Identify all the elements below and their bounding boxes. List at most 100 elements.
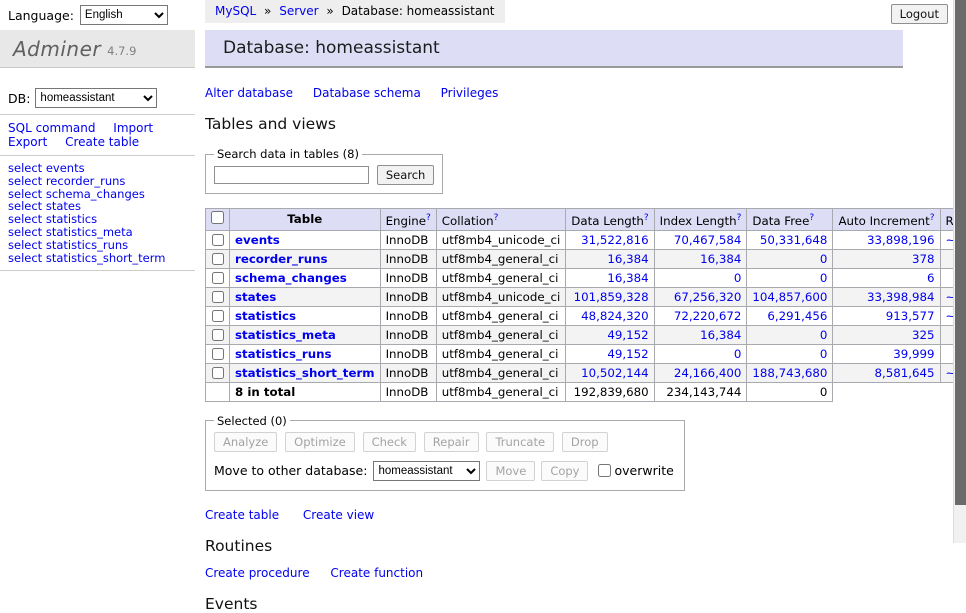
auto-increment-link[interactable]: 8,581,645 — [874, 366, 934, 380]
auto-increment-link[interactable]: 39,999 — [893, 347, 934, 361]
db-select[interactable]: homeassistant — [35, 88, 157, 108]
data-free-link[interactable]: 6,291,456 — [767, 309, 827, 323]
table-create-links: Create table Create view — [205, 508, 950, 522]
auto-increment-link[interactable]: 378 — [912, 252, 935, 266]
row-select-checkbox[interactable] — [212, 310, 224, 322]
table-name-link[interactable]: events — [235, 233, 280, 247]
data-free-link[interactable]: 0 — [820, 271, 828, 285]
breadcrumb-mysql-link[interactable]: MySQL — [215, 4, 256, 18]
index-length-link[interactable]: 70,467,584 — [674, 233, 742, 247]
privileges-link[interactable]: Privileges — [441, 86, 499, 100]
table-link[interactable]: statistics_short_term — [46, 251, 166, 265]
check-button[interactable]: Check — [363, 432, 416, 452]
language-select[interactable]: English — [80, 5, 168, 25]
table-row: statistics InnoDB utf8mb4_general_ci 48,… — [206, 306, 966, 325]
data-free-link[interactable]: 104,857,600 — [752, 290, 827, 304]
divider — [0, 114, 195, 115]
truncate-button[interactable]: Truncate — [486, 432, 554, 452]
column-help-link[interactable]: ? — [930, 213, 935, 223]
data-free-link[interactable]: 50,331,648 — [760, 233, 828, 247]
export-link[interactable]: Export — [8, 135, 47, 149]
index-length-link[interactable]: 72,220,672 — [674, 309, 742, 323]
index-length-link[interactable]: 67,256,320 — [674, 290, 742, 304]
table-name-link[interactable]: statistics_short_term — [235, 366, 375, 380]
select-all-checkbox[interactable] — [211, 211, 224, 224]
sql-command-link[interactable]: SQL command — [8, 121, 95, 135]
create-table-link[interactable]: Create table — [205, 508, 279, 522]
copy-button[interactable]: Copy — [541, 461, 588, 481]
table-name-link[interactable]: statistics — [235, 309, 296, 323]
table-name-link[interactable]: statistics_runs — [235, 347, 332, 361]
data-free-link[interactable]: 0 — [820, 328, 828, 342]
col-index-length: Index Length? — [654, 209, 747, 231]
data-length-link[interactable]: 101,859,328 — [574, 290, 649, 304]
alter-database-link[interactable]: Alter database — [205, 86, 293, 100]
row-select-checkbox[interactable] — [212, 367, 224, 379]
auto-increment-link[interactable]: 6 — [927, 271, 935, 285]
auto-increment-link[interactable]: 913,577 — [886, 309, 935, 323]
table-name-link[interactable]: states — [235, 290, 276, 304]
data-free-link[interactable]: 188,743,680 — [752, 366, 827, 380]
row-select-checkbox[interactable] — [212, 253, 224, 265]
create-view-link[interactable]: Create view — [303, 508, 374, 522]
move-button[interactable]: Move — [486, 461, 535, 481]
overwrite-checkbox[interactable] — [598, 464, 611, 477]
index-length-link[interactable]: 24,166,400 — [674, 366, 742, 380]
data-length-link[interactable]: 10,502,144 — [581, 366, 649, 380]
index-length-link[interactable]: 0 — [734, 271, 742, 285]
row-select-checkbox[interactable] — [212, 329, 224, 341]
move-row: Move to other database: homeassistant Mo… — [214, 461, 674, 481]
breadcrumb-server-link[interactable]: Server — [279, 4, 318, 18]
search-input[interactable] — [214, 166, 369, 184]
create-function-link[interactable]: Create function — [330, 566, 423, 580]
database-schema-link[interactable]: Database schema — [313, 86, 421, 100]
scrollbar[interactable] — [953, 0, 966, 543]
scrollbar-thumb[interactable] — [955, 0, 966, 505]
row-select-checkbox[interactable] — [212, 272, 224, 284]
row-select-checkbox[interactable] — [212, 348, 224, 360]
index-length-link[interactable]: 16,384 — [700, 252, 741, 266]
data-length-link[interactable]: 48,824,320 — [581, 309, 649, 323]
search-button[interactable]: Search — [377, 165, 435, 185]
data-length-link[interactable]: 16,384 — [607, 252, 648, 266]
table-name-link[interactable]: statistics_meta — [235, 328, 336, 342]
table-name-link[interactable]: recorder_runs — [235, 252, 328, 266]
optimize-button[interactable]: Optimize — [285, 432, 355, 452]
row-select-checkbox[interactable] — [212, 234, 224, 246]
drop-button[interactable]: Drop — [562, 432, 608, 452]
data-length-link[interactable]: 49,152 — [607, 328, 648, 342]
repair-button[interactable]: Repair — [424, 432, 479, 452]
column-help-link[interactable]: ? — [644, 213, 649, 223]
column-help-link[interactable]: ? — [426, 213, 431, 223]
search-fieldset: Search data in tables (8) Search — [205, 147, 443, 194]
row-select-checkbox[interactable] — [212, 291, 224, 303]
table-name-link[interactable]: schema_changes — [235, 271, 347, 285]
data-free-link[interactable]: 0 — [820, 347, 828, 361]
index-length-link[interactable]: 0 — [734, 347, 742, 361]
selected-legend: Selected (0) — [214, 414, 290, 428]
logout-button[interactable]: Logout — [891, 4, 948, 24]
create-procedure-link[interactable]: Create procedure — [205, 566, 310, 580]
import-link[interactable]: Import — [113, 121, 153, 135]
column-help-link[interactable]: ? — [494, 213, 499, 223]
select-link[interactable]: select — [8, 251, 42, 265]
move-db-select[interactable]: homeassistant — [373, 461, 480, 481]
auto-increment-link[interactable]: 33,398,984 — [867, 290, 935, 304]
auto-increment-link[interactable]: 33,898,196 — [867, 233, 935, 247]
auto-increment-link[interactable]: 325 — [912, 328, 935, 342]
column-help-link[interactable]: ? — [737, 213, 742, 223]
page-title: Database: homeassistant — [223, 38, 440, 58]
data-length-link[interactable]: 31,522,816 — [581, 233, 649, 247]
create-table-link-side[interactable]: Create table — [65, 135, 139, 149]
index-length-cell: 72,220,672 — [654, 306, 747, 325]
index-length-cell: 0 — [654, 268, 747, 287]
analyze-button[interactable]: Analyze — [214, 432, 277, 452]
collation-cell: utf8mb4_unicode_ci — [436, 230, 566, 249]
column-help-link[interactable]: ? — [809, 213, 814, 223]
auto-increment-cell: 33,898,196 — [833, 230, 940, 249]
index-length-link[interactable]: 16,384 — [700, 328, 741, 342]
tables-overview-table: Table Engine? Collation? Data Length? In… — [205, 208, 966, 402]
data-length-link[interactable]: 49,152 — [607, 347, 648, 361]
data-free-link[interactable]: 0 — [820, 252, 828, 266]
data-length-link[interactable]: 16,384 — [607, 271, 648, 285]
